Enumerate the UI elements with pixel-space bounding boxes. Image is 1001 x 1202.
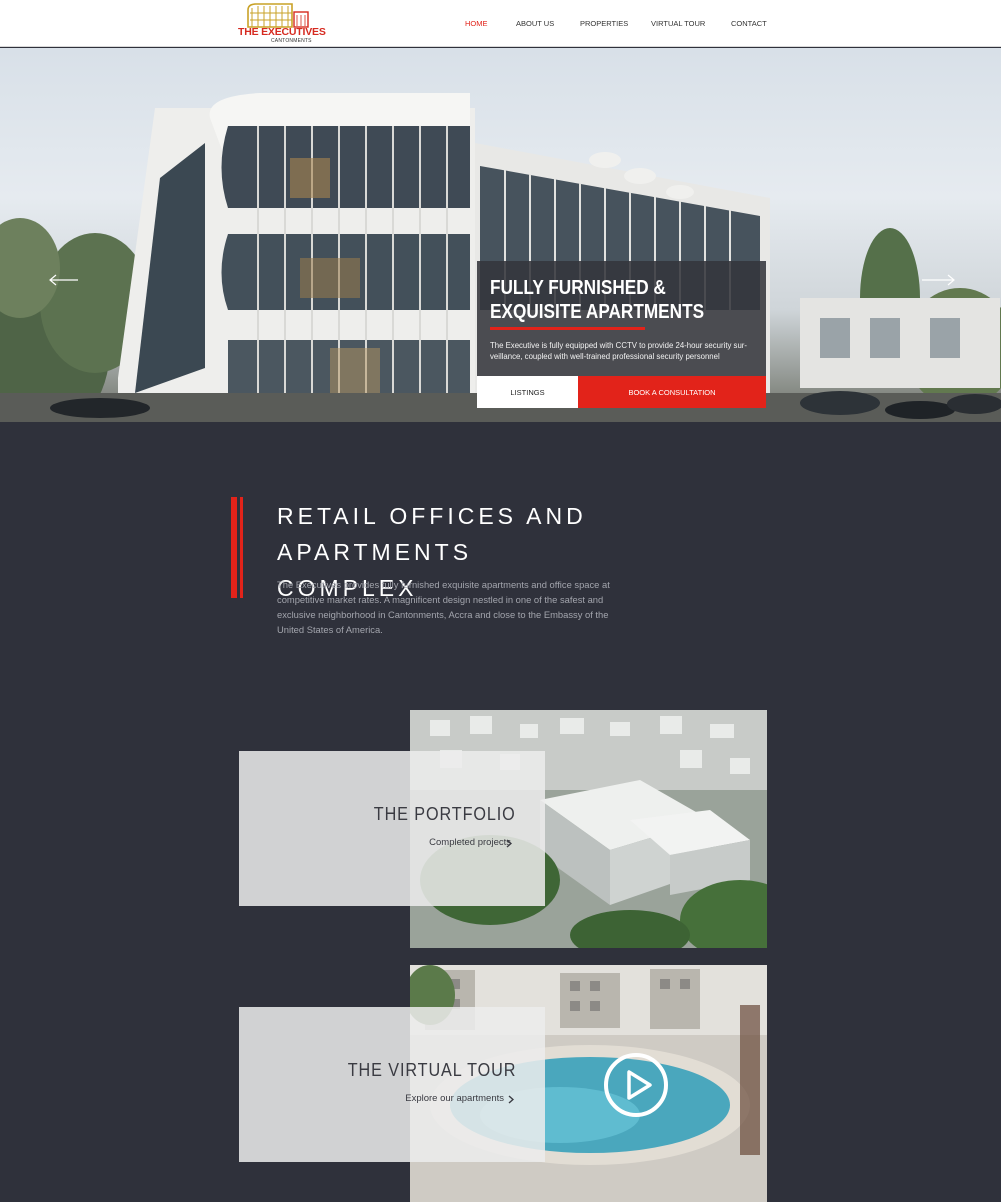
chevron-right-icon[interactable] — [506, 839, 512, 848]
site-header: THE EXECUTIVES CANTONMENTS HOME ABOUT US… — [0, 0, 1001, 47]
nav-about-us[interactable]: ABOUT US — [516, 19, 554, 31]
chevron-right-icon[interactable] — [508, 1095, 514, 1104]
hero-title-line1: FULLY FURNISHED & — [490, 277, 666, 299]
intro-description: The Executives provides fully furnished … — [277, 579, 610, 635]
play-icon[interactable] — [602, 1051, 670, 1119]
intro-accent-bar — [231, 497, 237, 598]
nav-properties[interactable]: PROPERTIES — [580, 19, 628, 31]
nav-contact[interactable]: CONTACT — [731, 19, 767, 31]
hero-title: FULLY FURNISHED & EXQUISITE APARTMENTS — [490, 276, 722, 324]
portfolio-title: THE PORTFOLIO — [374, 804, 516, 824]
brand-name: THE EXECUTIVES — [238, 26, 326, 38]
portfolio-link-label: Completed projects — [429, 837, 511, 848]
book-consultation-button[interactable]: BOOK A CONSULTATION — [578, 376, 766, 408]
portfolio-link[interactable]: Completed projects — [429, 837, 511, 848]
intro-heading-line1: RETAIL OFFICES AND — [277, 503, 587, 529]
arrow-left-icon[interactable] — [48, 273, 78, 287]
hero-title-line2: EXQUISITE APARTMENTS — [490, 301, 705, 323]
nav-virtual-tour[interactable]: VIRTUAL TOUR — [651, 19, 705, 31]
brand-logo[interactable]: THE EXECUTIVES CANTONMENTS — [238, 2, 326, 44]
virtual-tour-panel — [239, 1007, 545, 1162]
intro-accent-bar-thin — [240, 497, 243, 598]
brand-subtitle: CANTONMENTS — [271, 38, 312, 44]
arrow-right-icon[interactable] — [922, 273, 956, 287]
hero-description: The Executive is fully equipped with CCT… — [490, 341, 747, 361]
nav-home[interactable]: HOME — [465, 19, 488, 31]
listings-button[interactable]: LISTINGS — [477, 376, 578, 408]
portfolio-panel — [239, 751, 545, 906]
hero-title-underline — [490, 327, 645, 330]
virtual-tour-link-label: Explore our apartments — [405, 1093, 504, 1104]
building-logo-icon — [247, 3, 309, 28]
virtual-tour-title: THE VIRTUAL TOUR — [347, 1060, 516, 1080]
virtual-tour-link[interactable]: Explore our apartments — [405, 1093, 504, 1104]
